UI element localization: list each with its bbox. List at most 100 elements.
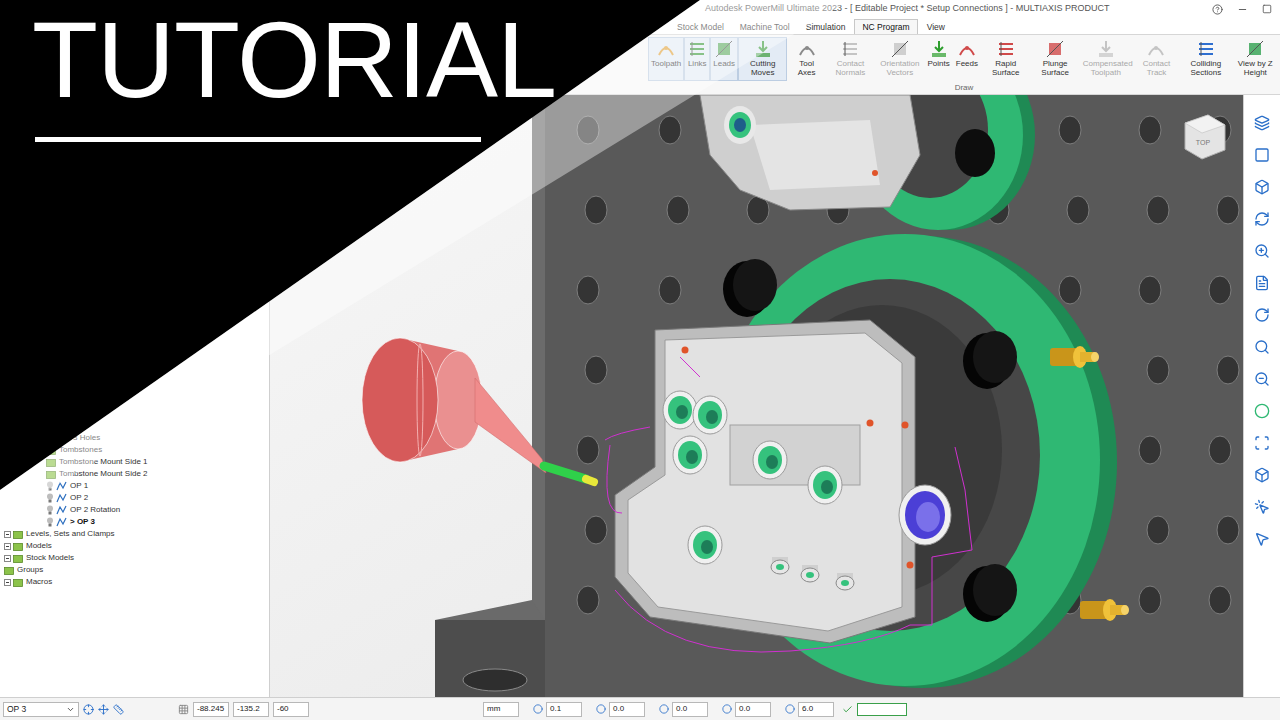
explorer-item-label: 3 Holes bbox=[73, 433, 100, 443]
explorer-item[interactable]: Models bbox=[0, 540, 269, 552]
menu-tab[interactable]: Simulation bbox=[799, 20, 853, 34]
coordinate-field[interactable]: -88.245 bbox=[193, 702, 229, 717]
group-label: Draw bbox=[648, 83, 1280, 94]
explorer-item[interactable]: Tombstones bbox=[0, 444, 269, 456]
toolpath-select[interactable]: OP 3 bbox=[3, 702, 79, 717]
explorer-item[interactable]: Levels, Sets and Clamps bbox=[0, 528, 269, 540]
ribbon-button[interactable]: Orientation Vectors bbox=[875, 37, 924, 81]
lightbulb-icon[interactable] bbox=[46, 505, 54, 515]
view-tool-icon[interactable] bbox=[1254, 339, 1270, 355]
explorer-item[interactable]: OP 1 bbox=[0, 480, 269, 492]
explorer-item-label: OP 2 Rotation bbox=[70, 505, 120, 515]
draw-option-icon bbox=[1096, 39, 1116, 59]
menu-tab[interactable]: Machine Tool bbox=[733, 20, 797, 34]
explorer-item-label: Macros bbox=[26, 577, 52, 587]
ribbon-button-label: Contact Normals bbox=[829, 59, 872, 77]
view-cube[interactable]: TOP bbox=[1185, 115, 1225, 159]
ribbon-button[interactable]: Links bbox=[684, 37, 710, 81]
view-tool-icon[interactable] bbox=[1254, 211, 1270, 227]
ruler-icon[interactable] bbox=[113, 704, 124, 715]
units-field[interactable]: mm bbox=[483, 702, 519, 717]
view-tool-icon[interactable] bbox=[1254, 467, 1270, 483]
ribbon-button-label: Links bbox=[688, 59, 707, 68]
ribbon-button[interactable]: Rapid Surface bbox=[981, 37, 1030, 81]
parameter-field[interactable]: 6.0 bbox=[798, 702, 834, 717]
menu-tab[interactable]: Stock Model bbox=[670, 20, 731, 34]
ribbon-button[interactable]: View by Z Height bbox=[1231, 37, 1280, 81]
toolpath-icon bbox=[56, 481, 67, 491]
ribbon-button[interactable]: Leads bbox=[710, 37, 738, 81]
menu-tab[interactable]: NC Program bbox=[854, 19, 917, 34]
workplane-icon[interactable] bbox=[83, 704, 94, 715]
scene-drawing[interactable]: TOP bbox=[270, 95, 1243, 697]
ribbon-button-label: Rapid Surface bbox=[984, 59, 1027, 77]
explorer-item[interactable]: Tombstone Mount Side 1 bbox=[0, 456, 269, 468]
ribbon-button[interactable]: Compensated Toolpath bbox=[1080, 37, 1132, 81]
view-tool-icon[interactable] bbox=[1254, 435, 1270, 451]
toolpath-icon bbox=[56, 517, 67, 527]
ribbon-button[interactable]: Plunge Surface bbox=[1030, 37, 1079, 81]
parameter-field[interactable]: 0.0 bbox=[735, 702, 771, 717]
explorer-item[interactable]: Groups bbox=[0, 564, 269, 576]
tree-icons bbox=[4, 578, 23, 587]
expand-box-icon[interactable] bbox=[4, 555, 11, 562]
parameter-icon bbox=[785, 704, 795, 714]
view-tool-icon[interactable] bbox=[1254, 403, 1270, 419]
ribbon-button[interactable]: Contact Track bbox=[1132, 37, 1181, 81]
view-tool-icon[interactable] bbox=[1254, 371, 1270, 387]
ribbon-button[interactable]: Tool Axes bbox=[787, 37, 825, 81]
view-tool-icon[interactable] bbox=[1254, 307, 1270, 323]
expand-box-icon[interactable] bbox=[4, 579, 11, 586]
explorer-item[interactable]: Tombstone Mount Side 2 bbox=[0, 468, 269, 480]
ribbon-button[interactable]: Feeds bbox=[953, 37, 981, 81]
expand-box-icon[interactable] bbox=[4, 543, 11, 550]
explorer-item[interactable]: > OP 3 bbox=[0, 516, 269, 528]
tree-icons bbox=[4, 542, 23, 551]
view-tool-icon[interactable] bbox=[1254, 179, 1270, 195]
minimize-icon[interactable] bbox=[1237, 4, 1248, 15]
draw-option-icon bbox=[656, 39, 676, 59]
ribbon-button[interactable]: Toolpath bbox=[648, 37, 684, 81]
expand-box-icon[interactable] bbox=[4, 531, 11, 538]
view-tool-icon[interactable] bbox=[1254, 243, 1270, 259]
menu-tab[interactable]: View bbox=[920, 20, 952, 34]
ribbon-button[interactable]: Contact Normals bbox=[826, 37, 875, 81]
powermill-window: Autodesk PowerMill Ultimate 2023 - [ Edi… bbox=[0, 0, 1280, 720]
grid-icon[interactable] bbox=[178, 704, 189, 715]
accept-icon[interactable] bbox=[842, 704, 853, 715]
explorer-item[interactable]: OP 2 bbox=[0, 492, 269, 504]
help-icon[interactable] bbox=[1212, 4, 1223, 15]
maximize-icon[interactable] bbox=[1262, 4, 1272, 14]
lightbulb-icon[interactable] bbox=[46, 481, 54, 491]
workspace: 3 HolesTombstonesTombstone Mount Side 1T… bbox=[0, 95, 1280, 697]
view-tool-icon[interactable] bbox=[1254, 275, 1270, 291]
view-tool-icon[interactable] bbox=[1254, 147, 1270, 163]
parameter-field[interactable]: 0.0 bbox=[609, 702, 645, 717]
tree-icons bbox=[46, 493, 67, 503]
explorer-item[interactable]: OP 2 Rotation bbox=[0, 504, 269, 516]
folder-icon bbox=[13, 554, 23, 563]
draw-group: Toolpath Links LeadsCutting MovesTool Axes… bbox=[648, 35, 1280, 94]
parameter-field[interactable]: 0.0 bbox=[672, 702, 708, 717]
draw-option-icon bbox=[890, 39, 910, 59]
graphics-viewport[interactable]: TOP bbox=[270, 95, 1243, 697]
explorer-item[interactable]: 3 Holes bbox=[0, 432, 269, 444]
move-icon[interactable] bbox=[98, 704, 109, 715]
overlay-heading: TUTORIAL bbox=[32, 6, 556, 114]
view-tool-icon[interactable] bbox=[1254, 115, 1270, 131]
draw-option-icon bbox=[1245, 39, 1265, 59]
ribbon-button[interactable]: Colliding Sections bbox=[1181, 37, 1230, 81]
view-tool-icon[interactable] bbox=[1254, 531, 1270, 547]
ribbon-button-label: Leads bbox=[713, 59, 735, 68]
view-tool-icon[interactable] bbox=[1254, 499, 1270, 515]
coordinate-field[interactable]: -60 bbox=[273, 702, 309, 717]
lightbulb-icon[interactable] bbox=[46, 493, 54, 503]
coordinate-field[interactable]: -135.2 bbox=[233, 702, 269, 717]
explorer-item[interactable]: Stock Models bbox=[0, 552, 269, 564]
explorer-item[interactable]: Macros bbox=[0, 576, 269, 588]
ribbon-button[interactable]: Points bbox=[925, 37, 953, 81]
ribbon-button-label: View by Z Height bbox=[1234, 59, 1277, 77]
ribbon-button[interactable]: Cutting Moves bbox=[738, 37, 787, 81]
lightbulb-icon[interactable] bbox=[46, 517, 54, 527]
parameter-field[interactable]: 0.1 bbox=[546, 702, 582, 717]
